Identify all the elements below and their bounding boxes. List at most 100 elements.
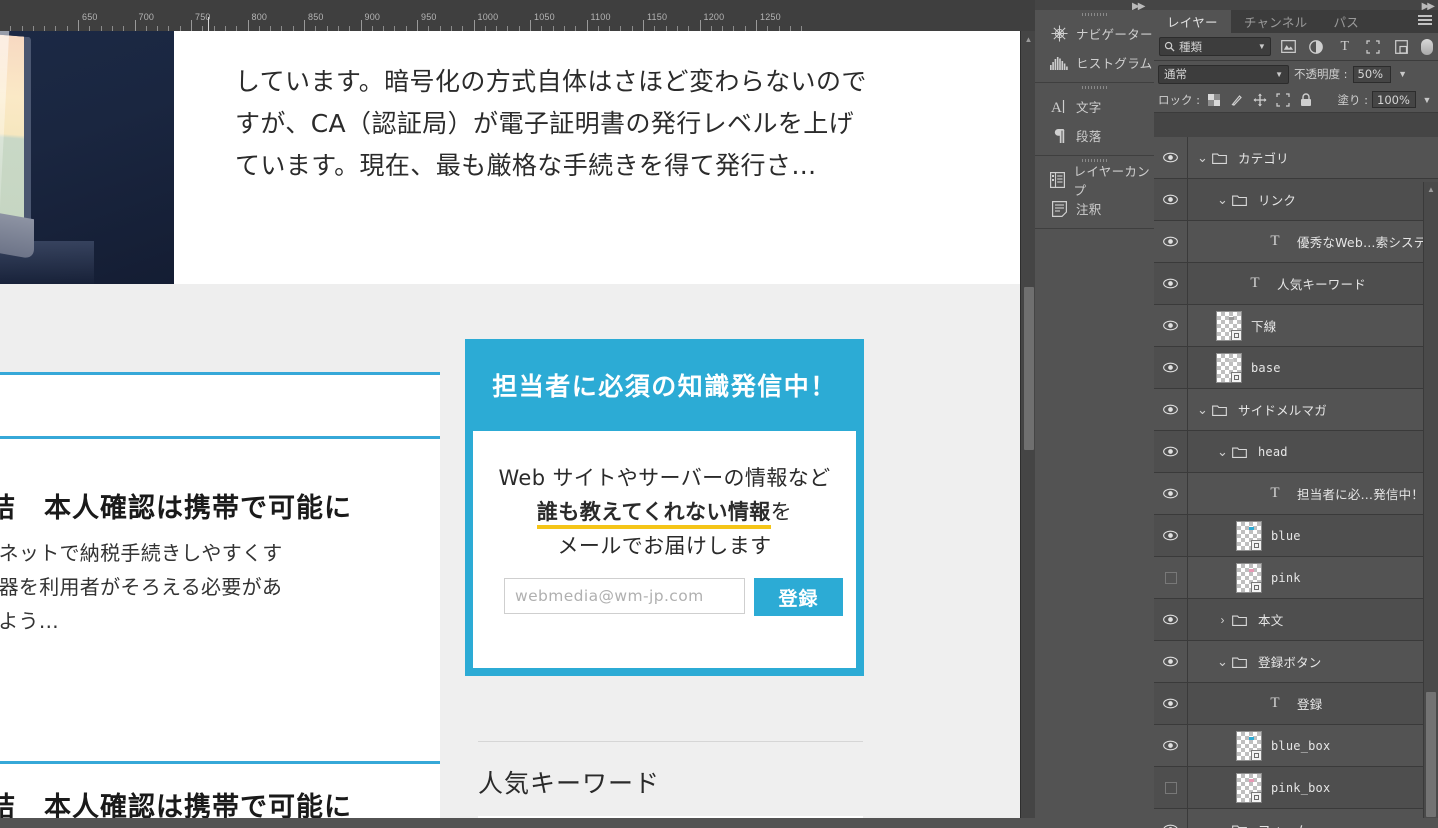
layer-visibility-toggle[interactable] xyxy=(1154,473,1188,514)
layer-visibility-toggle[interactable] xyxy=(1154,137,1188,178)
chevron-down-icon[interactable]: ▼ xyxy=(1258,42,1266,51)
article-mid-title[interactable]: 締結 本人確認は携帯で可能に xyxy=(0,486,352,525)
layer-row[interactable]: pink_box xyxy=(1154,767,1438,809)
layer-row[interactable]: blue_box xyxy=(1154,725,1438,767)
adjustment-filter-icon[interactable] xyxy=(1305,37,1327,56)
layer-visibility-toggle[interactable] xyxy=(1154,725,1188,766)
layer-row[interactable]: 下線 xyxy=(1154,305,1438,347)
panel-menu-icon[interactable] xyxy=(1418,15,1432,27)
chevron-down-icon[interactable]: ⌄ xyxy=(1216,197,1229,202)
layer-row-content[interactable]: T人気キーワード xyxy=(1188,263,1438,304)
opacity-value[interactable]: 50% xyxy=(1353,66,1391,83)
panel-tab-bar[interactable]: レイヤーチャンネルパス xyxy=(1154,10,1438,33)
type-filter-icon[interactable]: T xyxy=(1334,37,1356,56)
newsletter-submit-button[interactable]: 登録 xyxy=(754,578,843,616)
layer-row-content[interactable]: T登録 xyxy=(1188,683,1438,724)
layer-visibility-toggle[interactable] xyxy=(1154,557,1188,598)
layer-row-content[interactable]: blue xyxy=(1188,515,1438,556)
layer-visibility-toggle[interactable] xyxy=(1154,683,1188,724)
layer-row[interactable]: ⌄カテゴリ xyxy=(1154,137,1438,179)
layer-row-content[interactable]: T担当者に必…発信中！ xyxy=(1188,473,1438,514)
panel-drag-handle[interactable] xyxy=(1035,83,1154,92)
blend-mode-select[interactable]: 通常 ▼ xyxy=(1158,65,1289,84)
layer-visibility-toggle[interactable] xyxy=(1154,599,1188,640)
layer-row-content[interactable]: pink xyxy=(1188,557,1438,598)
lock-transparency-icon[interactable] xyxy=(1204,91,1223,109)
layer-row-content[interactable]: ›本文 xyxy=(1188,599,1438,640)
lock-all-icon[interactable] xyxy=(1296,91,1315,109)
layer-visibility-toggle[interactable] xyxy=(1154,347,1188,388)
layer-visibility-toggle[interactable] xyxy=(1154,767,1188,808)
layer-row[interactable]: ⌄サイドメルマガ xyxy=(1154,389,1438,431)
dock-titlebar[interactable]: ▶▶ ▶▶ xyxy=(1035,0,1438,10)
layer-row-content[interactable]: base xyxy=(1188,347,1438,388)
layer-row[interactable]: T人気キーワード xyxy=(1154,263,1438,305)
layer-row-content[interactable]: ⌄リンク xyxy=(1188,179,1438,220)
layer-row[interactable]: T担当者に必…発信中！ xyxy=(1154,473,1438,515)
layer-visibility-toggle[interactable] xyxy=(1154,305,1188,346)
layer-row-content[interactable]: ⌄サイドメルマガ xyxy=(1188,389,1438,430)
layer-row[interactable]: ›本文 xyxy=(1154,599,1438,641)
layer-row[interactable]: T優秀なWeb…索システム xyxy=(1154,221,1438,263)
layers-vertical-scrollbar[interactable]: ▲ xyxy=(1423,182,1438,818)
panel-shortcut-navigator[interactable]: ナビゲーター xyxy=(1035,19,1154,48)
layer-row-content[interactable]: ⌄head xyxy=(1188,431,1438,472)
layer-row-content[interactable]: pink_box xyxy=(1188,767,1438,808)
layer-row[interactable]: T登録 xyxy=(1154,683,1438,725)
layer-visibility-toggle[interactable] xyxy=(1154,431,1188,472)
panel-drag-handle[interactable] xyxy=(1035,10,1154,19)
layer-visibility-toggle[interactable] xyxy=(1154,809,1188,828)
panel-shortcut-layer-comps[interactable]: レイヤーカンプ xyxy=(1035,165,1154,194)
layer-row[interactable]: ⌄リンク xyxy=(1154,179,1438,221)
layer-row[interactable]: blue xyxy=(1154,515,1438,557)
lock-artboard-icon[interactable] xyxy=(1273,91,1292,109)
lock-image-icon[interactable] xyxy=(1227,91,1246,109)
shape-filter-icon[interactable] xyxy=(1362,37,1384,56)
filter-type-select[interactable]: 種類 ▼ xyxy=(1159,37,1271,56)
chevron-down-icon[interactable]: ⌄ xyxy=(1196,407,1209,412)
chevron-down-icon[interactable]: ⌄ xyxy=(1216,449,1229,454)
panel-shortcut-paragraph[interactable]: 段落 xyxy=(1035,121,1154,150)
layers-scrollbar-thumb[interactable] xyxy=(1426,692,1436,817)
scroll-up-arrow-icon[interactable]: ▲ xyxy=(1021,31,1035,47)
fill-chevron-down-icon[interactable]: ▼ xyxy=(1420,91,1434,108)
layer-row-content[interactable]: blue_box xyxy=(1188,725,1438,766)
layer-visibility-toggle[interactable] xyxy=(1154,179,1188,220)
tab-channels[interactable]: チャンネル xyxy=(1231,10,1321,33)
fill-value[interactable]: 100% xyxy=(1372,91,1416,108)
layer-list[interactable]: ⌄カテゴリ⌄リンクT優秀なWeb…索システムT人気キーワード下線base⌄サイド… xyxy=(1154,137,1438,828)
tab-paths[interactable]: パス xyxy=(1320,10,1372,33)
canvas-vertical-scrollbar[interactable]: ▲ xyxy=(1020,31,1035,818)
layer-row[interactable]: ›フォーム xyxy=(1154,809,1438,828)
layers-scroll-up-icon[interactable]: ▲ xyxy=(1424,182,1438,196)
panel-shortcut-histogram[interactable]: ヒストグラム xyxy=(1035,48,1154,77)
layer-row[interactable]: pink xyxy=(1154,557,1438,599)
chevron-down-icon[interactable]: ⌄ xyxy=(1216,659,1229,664)
layer-visibility-toggle[interactable] xyxy=(1154,221,1188,262)
layer-visibility-toggle[interactable] xyxy=(1154,515,1188,556)
layer-row-content[interactable]: ›フォーム xyxy=(1188,809,1438,828)
layer-row-content[interactable]: ⌄カテゴリ xyxy=(1188,137,1438,178)
layer-visibility-toggle[interactable] xyxy=(1154,641,1188,682)
layer-row-content[interactable]: T優秀なWeb…索システム xyxy=(1188,221,1438,262)
opacity-chevron-down-icon[interactable]: ▼ xyxy=(1396,66,1410,83)
filter-toggle-switch[interactable] xyxy=(1421,39,1433,55)
canvas-viewport[interactable]: しています。暗号化の方式自体はさほど変わらないのですが、CA（認証局）が電子証明… xyxy=(0,31,1020,818)
newsletter-email-input[interactable]: webmedia@wm-jp.com xyxy=(504,578,745,614)
canvas-scrollbar-thumb[interactable] xyxy=(1024,287,1034,450)
chevron-right-icon[interactable]: › xyxy=(1216,823,1229,828)
layer-row-content[interactable]: 下線 xyxy=(1188,305,1438,346)
article-bottom-title[interactable]: 締結 本人確認は携帯で可能に xyxy=(0,785,352,818)
layer-visibility-toggle[interactable] xyxy=(1154,263,1188,304)
tab-layers[interactable]: レイヤー xyxy=(1154,10,1231,33)
layer-row[interactable]: ⌄登録ボタン xyxy=(1154,641,1438,683)
layer-visibility-toggle[interactable] xyxy=(1154,389,1188,430)
lock-position-icon[interactable] xyxy=(1250,91,1269,109)
layer-row[interactable]: base xyxy=(1154,347,1438,389)
smart-object-filter-icon[interactable] xyxy=(1390,37,1412,56)
layer-row-content[interactable]: ⌄登録ボタン xyxy=(1188,641,1438,682)
layer-row[interactable]: ⌄head xyxy=(1154,431,1438,473)
chevron-down-icon[interactable]: ⌄ xyxy=(1196,155,1209,160)
horizontal-ruler[interactable]: 6507007508008509009501000105011001150120… xyxy=(0,0,1035,31)
chevron-right-icon[interactable]: › xyxy=(1216,613,1229,627)
